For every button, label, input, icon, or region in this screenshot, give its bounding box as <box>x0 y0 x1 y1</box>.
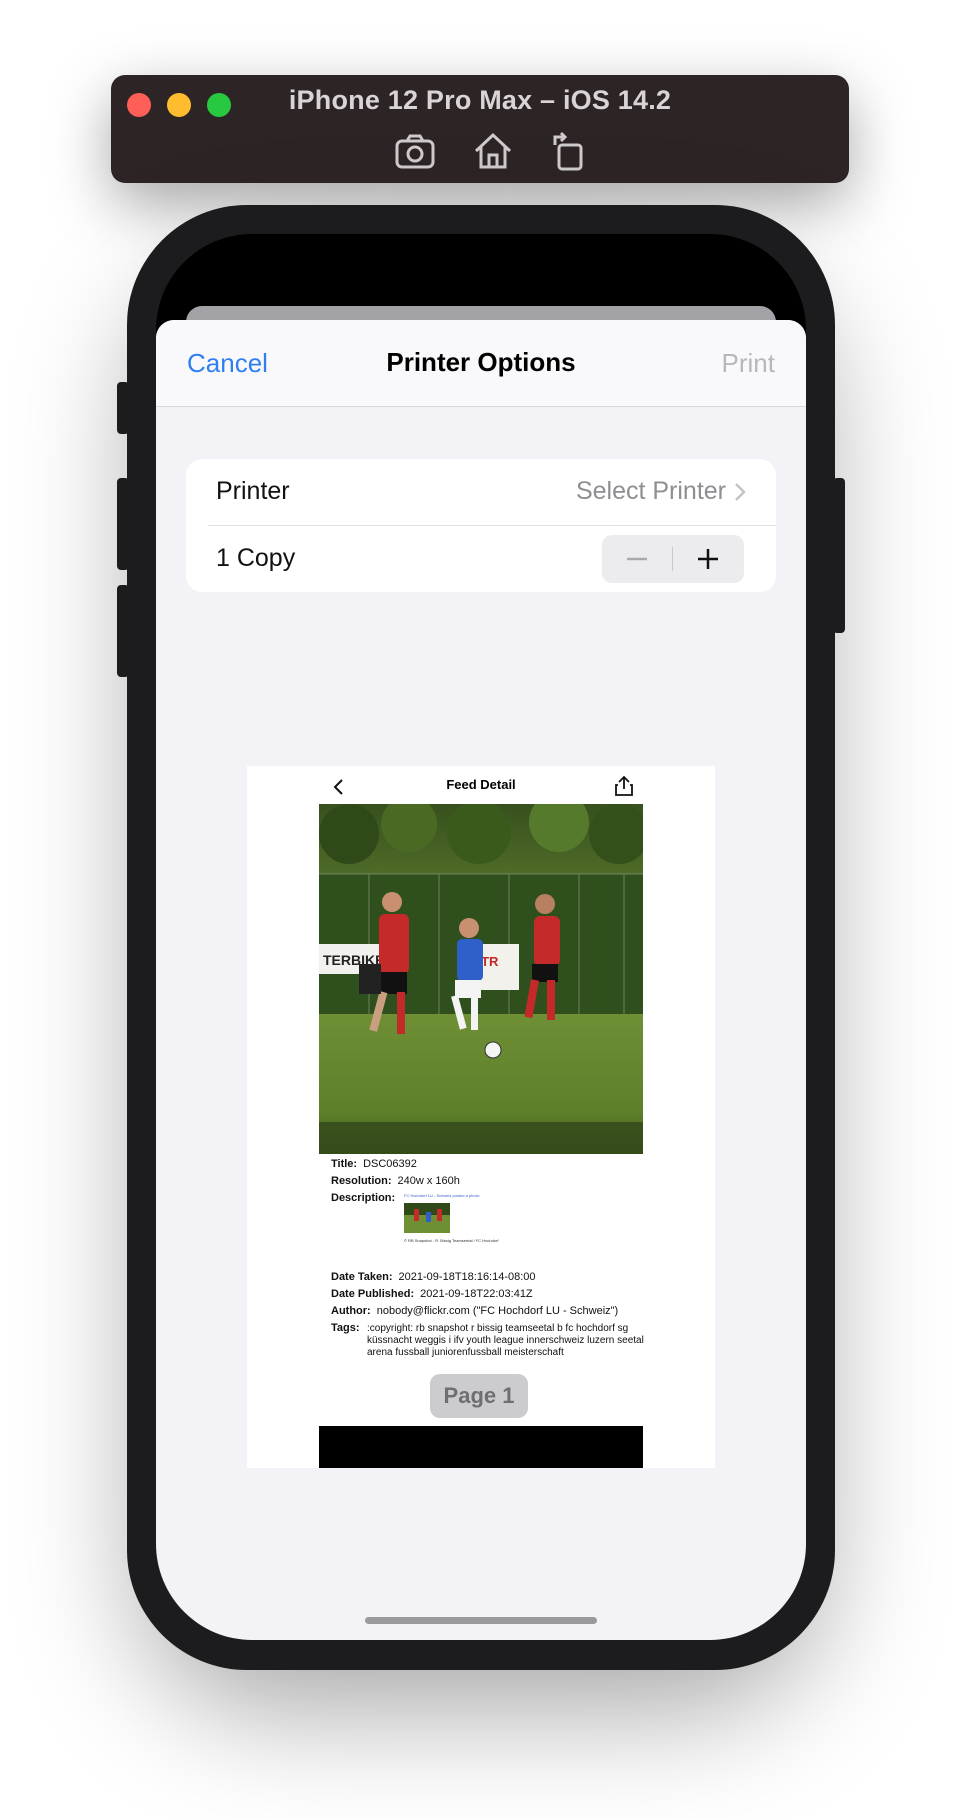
home-indicator <box>365 1617 597 1624</box>
share-icon <box>613 774 635 798</box>
next-page-preview <box>319 1426 643 1468</box>
increment-button[interactable] <box>673 535 744 583</box>
print-button[interactable]: Print <box>722 348 775 379</box>
copies-row: 1 Copy <box>186 526 776 592</box>
soccer-photo: TERBIKE GTR <box>319 804 643 1154</box>
print-preview-page[interactable]: Feed Detail TERBIKE GTR Title: DSC06392 … <box>247 766 715 1468</box>
printer-options-sheet: Cancel Printer Options Print Printer Sel… <box>156 320 806 1640</box>
simulator-toolbar: iPhone 12 Pro Max – iOS 14.2 <box>111 75 849 183</box>
meta-date-published: Date Published: 2021-09-18T22:03:41Z <box>331 1288 533 1300</box>
description-caption: © RB Snapshot - R. Bissig Teamseetal / F… <box>404 1238 499 1243</box>
simulator-tools <box>111 129 849 173</box>
chevron-right-icon <box>732 482 748 502</box>
meta-resolution: Resolution: 240w x 160h <box>331 1175 460 1187</box>
printer-options-group: Printer Select Printer 1 Copy <box>186 459 776 592</box>
description-link: FC Hochdorf LU - Schweiz posted a photo: <box>404 1193 481 1198</box>
rotate-icon[interactable] <box>547 129 591 173</box>
page-title: Printer Options <box>386 347 576 377</box>
meta-tags-value: :copyright: rb snapshot r bissig teamsee… <box>367 1323 644 1358</box>
plus-icon <box>698 549 718 569</box>
select-printer-value: Select Printer <box>575 477 726 505</box>
notch <box>322 234 640 282</box>
simulator-title: iPhone 12 Pro Max – iOS 14.2 <box>288 85 672 115</box>
description-thumbnail <box>404 1203 450 1233</box>
home-icon[interactable] <box>471 129 515 173</box>
meta-date-taken: Date Taken: 2021-09-18T18:16:14-08:00 <box>331 1271 536 1283</box>
meta-title: Title: DSC06392 <box>331 1158 417 1170</box>
printer-row[interactable]: Printer Select Printer <box>186 459 776 525</box>
copies-stepper <box>602 535 744 583</box>
page-badge: Page 1 <box>430 1374 528 1418</box>
printer-label: Printer <box>216 477 290 505</box>
preview-title: Feed Detail <box>446 777 516 792</box>
meta-tags-label: Tags: <box>331 1322 360 1334</box>
camera-icon[interactable] <box>393 129 437 173</box>
meta-description: Description: <box>331 1192 396 1204</box>
copies-label: 1 Copy <box>216 544 296 572</box>
navigation-bar: Cancel Printer Options Print <box>156 320 806 407</box>
device-screen: Cancel Printer Options Print Printer Sel… <box>156 234 806 1640</box>
minus-icon <box>627 557 647 561</box>
meta-author: Author: nobody@flickr.com ("FC Hochdorf L… <box>331 1305 619 1317</box>
preview-header: Feed Detail <box>247 766 715 804</box>
decrement-button[interactable] <box>602 535 673 583</box>
